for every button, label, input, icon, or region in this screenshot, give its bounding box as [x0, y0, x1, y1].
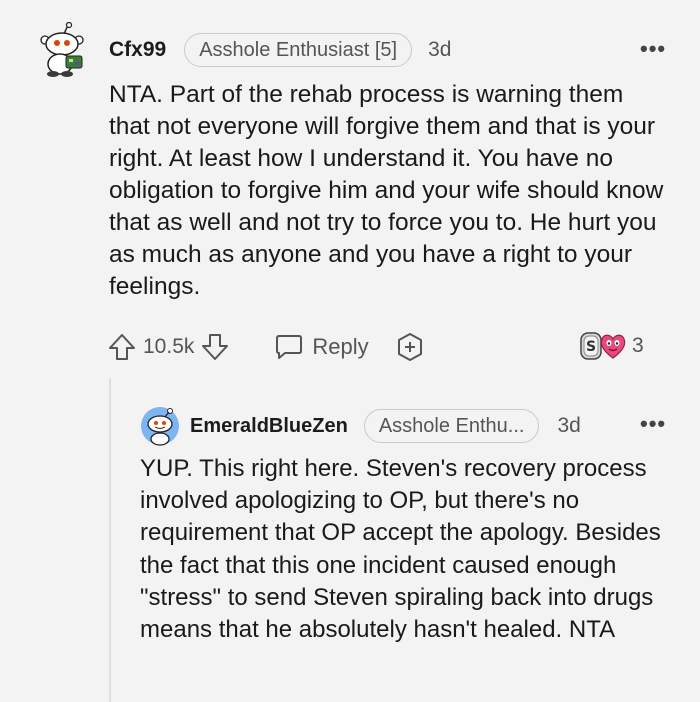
upvote-icon[interactable] — [107, 332, 137, 362]
user-flair: Asshole Enthusiast [5] — [184, 33, 413, 67]
user-flair: Asshole Enthu... — [363, 409, 540, 443]
more-options-icon[interactable]: ••• — [640, 413, 666, 435]
comment-username[interactable]: Cfx99 — [109, 38, 166, 62]
comment-body: NTA. Part of the rehab process is warnin… — [109, 81, 664, 300]
svg-text:S: S — [586, 339, 596, 355]
comment-actions: 10.5k Reply — [107, 330, 425, 364]
user-avatar-icon[interactable] — [140, 406, 180, 446]
wholesome-heart-award-icon — [598, 331, 628, 361]
award-count: 3 — [632, 334, 644, 357]
reply-button[interactable]: Reply — [274, 333, 369, 361]
reply-timestamp: 3d — [557, 414, 581, 437]
reply-username[interactable]: EmeraldBlueZen — [190, 415, 348, 438]
reply-label: Reply — [312, 334, 369, 359]
comment-thread: Cfx99 Asshole Enthusiast [5] 3d ••• NTA.… — [0, 0, 700, 702]
thread-line[interactable] — [109, 378, 111, 702]
awards-list[interactable]: S 3 — [578, 331, 644, 361]
more-options-icon[interactable]: ••• — [640, 38, 666, 60]
reply-header: EmeraldBlueZen Asshole Enthu... 3d — [190, 409, 581, 443]
comment-header: Cfx99 Asshole Enthusiast [5] 3d — [109, 33, 451, 67]
vote-count: 10.5k — [143, 335, 195, 358]
reply-body: YUP. This right here. Steven's recovery … — [140, 455, 661, 644]
comment-timestamp: 3d — [428, 38, 452, 61]
give-award-icon[interactable] — [395, 332, 425, 362]
user-avatar-icon[interactable] — [36, 21, 88, 78]
reply-icon — [274, 333, 304, 361]
downvote-icon[interactable] — [200, 332, 230, 362]
